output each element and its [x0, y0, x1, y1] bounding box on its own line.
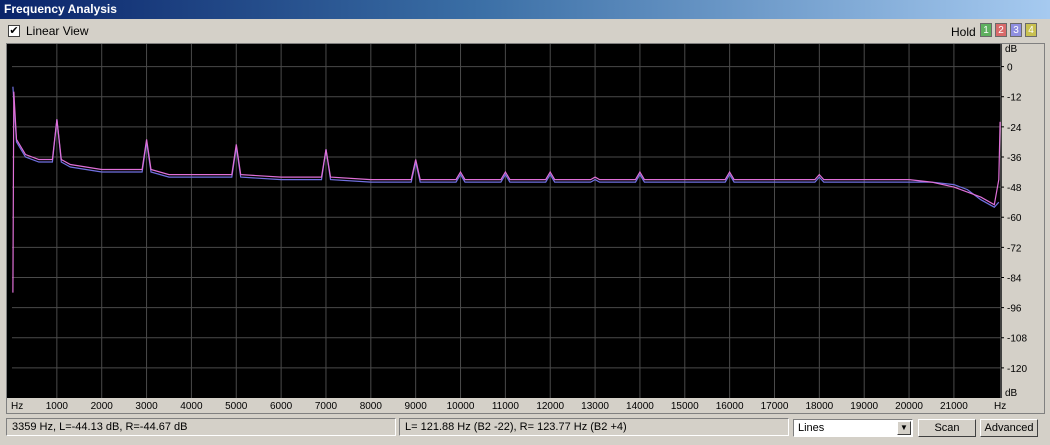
window-title: Frequency Analysis	[4, 2, 117, 16]
status-bar: 3359 Hz, L=-44.13 dB, R=-44.67 dB L= 121…	[0, 415, 1050, 445]
view-mode-value: Lines	[798, 422, 825, 434]
spectrum-chart[interactable]: Hz Hz 1000 2000 3000 4000 5000 6000 7000 8000 9000…	[7, 44, 1044, 413]
x-tick-label: 13000	[581, 401, 609, 412]
hold-button-2[interactable]: 2	[995, 23, 1007, 37]
y-tick-label: -60	[1007, 213, 1022, 224]
view-mode-select[interactable]: Lines ▼	[793, 419, 913, 437]
frequency-analysis-window: Frequency Analysis ✔ Linear View Hold 1 …	[0, 0, 1050, 445]
y-tick-label: -120	[1007, 364, 1027, 375]
y-unit-label-bottom: dB	[1005, 388, 1018, 399]
advanced-button[interactable]: Advanced	[980, 419, 1038, 437]
x-axis-band	[7, 398, 1044, 413]
x-tick-label: 18000	[805, 401, 833, 412]
x-tick-label: 8000	[360, 401, 383, 412]
x-tick-label: 14000	[626, 401, 654, 412]
x-tick-label: 2000	[91, 401, 114, 412]
title-bar[interactable]: Frequency Analysis	[0, 0, 1050, 19]
pitch-readout: L= 121.88 Hz (B2 -22), R= 123.77 Hz (B2 …	[399, 418, 789, 436]
x-tick-label: 21000	[940, 401, 968, 412]
x-tick-label: 10000	[447, 401, 475, 412]
chevron-down-icon[interactable]: ▼	[897, 421, 911, 435]
x-tick-label: 1000	[46, 401, 69, 412]
x-tick-label: 9000	[405, 401, 428, 412]
y-tick-label: -84	[1007, 273, 1022, 284]
hold-button-1[interactable]: 1	[980, 23, 992, 37]
hold-label: Hold	[951, 25, 976, 39]
y-tick-label: -72	[1007, 243, 1022, 254]
spectrum-plot[interactable]: Hz Hz 1000 2000 3000 4000 5000 6000 7000 8000 9000…	[6, 43, 1045, 414]
spectrum-series-2	[12, 91, 1001, 293]
x-tick-label: 4000	[180, 401, 203, 412]
y-tick-label: -24	[1007, 123, 1022, 134]
x-tick-label: 12000	[536, 401, 564, 412]
hold-button-3[interactable]: 3	[1010, 23, 1022, 37]
linear-view-checkbox[interactable]: ✔	[8, 25, 20, 37]
linear-view-label[interactable]: Linear View	[26, 24, 88, 38]
cursor-readout: 3359 Hz, L=-44.13 dB, R=-44.67 dB	[6, 418, 396, 436]
x-tick-label: 15000	[671, 401, 699, 412]
x-tick-label: 7000	[315, 401, 338, 412]
y-tick-label: -108	[1007, 334, 1027, 345]
y-unit-label: dB	[1005, 44, 1018, 55]
toolbar: ✔ Linear View Hold 1 2 3 4	[0, 19, 1050, 43]
x-tick-label: 20000	[895, 401, 923, 412]
y-tick-label: -12	[1007, 93, 1022, 104]
x-tick-label: 6000	[270, 401, 293, 412]
y-tick-label: -48	[1007, 183, 1022, 194]
x-tick-label: 16000	[716, 401, 744, 412]
y-tick-label: -96	[1007, 304, 1022, 315]
x-unit-label: Hz	[11, 401, 23, 412]
x-tick-label: 3000	[135, 401, 158, 412]
x-tick-label: 11000	[492, 401, 520, 412]
x-tick-label: 17000	[761, 401, 789, 412]
x-unit-label-right: Hz	[994, 401, 1006, 412]
scan-button[interactable]: Scan	[918, 419, 976, 437]
x-tick-label: 5000	[225, 401, 248, 412]
hold-button-4[interactable]: 4	[1025, 23, 1037, 37]
x-tick-label: 19000	[850, 401, 878, 412]
y-tick-label: 0	[1007, 63, 1013, 74]
y-tick-label: -36	[1007, 153, 1022, 164]
